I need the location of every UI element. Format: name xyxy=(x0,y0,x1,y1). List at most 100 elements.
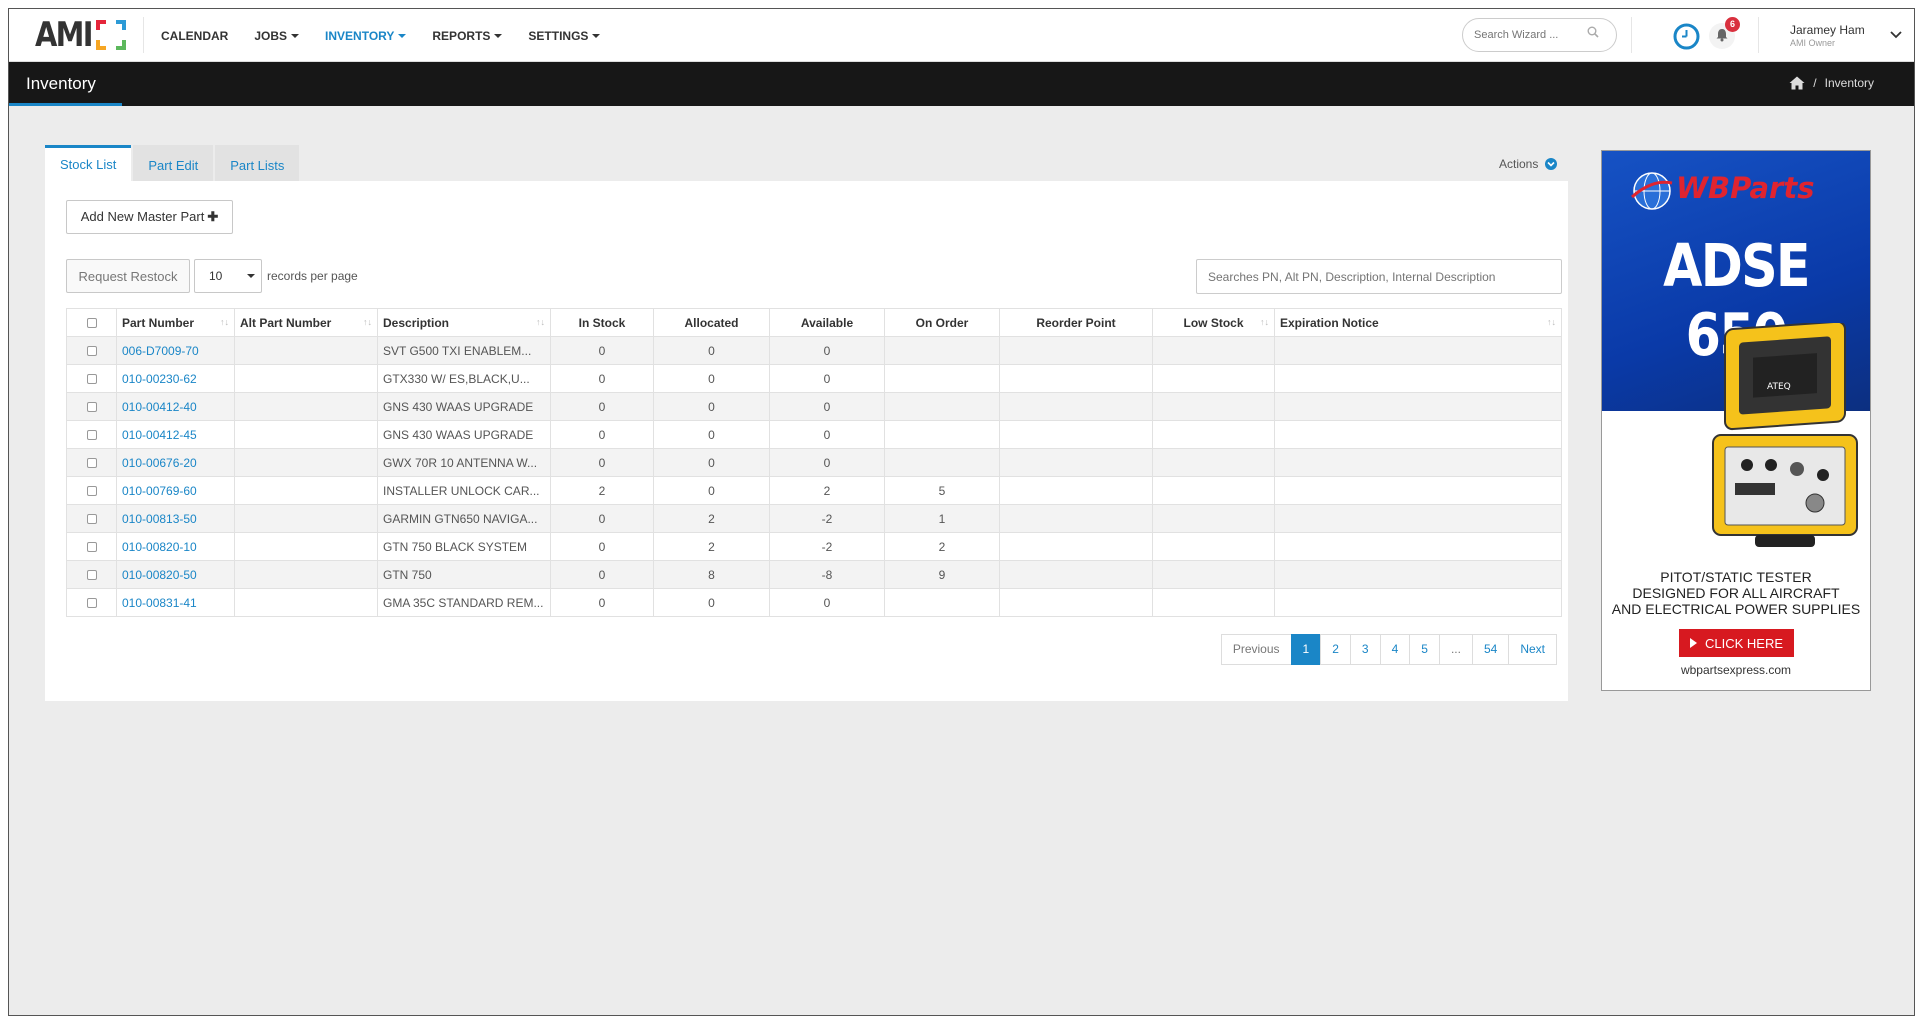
col-available[interactable]: Available xyxy=(769,308,885,337)
part-number-link[interactable]: 010-00831-41 xyxy=(122,596,197,610)
table-row[interactable]: 006-D7009-70 SVT G500 TXI ENABLEM... 0 0 0 xyxy=(66,336,1562,365)
search-icon[interactable] xyxy=(1587,26,1599,38)
menu-jobs[interactable]: JOBS xyxy=(254,29,300,43)
row-checkbox[interactable] xyxy=(86,598,97,609)
part-number-link[interactable]: 006-D7009-70 xyxy=(122,344,199,358)
row-checkbox[interactable] xyxy=(86,458,97,469)
part-number-link[interactable]: 010-00813-50 xyxy=(122,512,197,526)
cell-allocated: 0 xyxy=(653,476,770,505)
pagination-page[interactable]: 1 xyxy=(1290,634,1322,665)
records-per-page-label: records per page xyxy=(267,269,358,283)
select-all-checkbox[interactable] xyxy=(86,318,97,329)
row-checkbox[interactable] xyxy=(86,346,97,357)
pagination-page[interactable]: 4 xyxy=(1379,634,1411,665)
cell-description: GTX330 W/ ES,BLACK,U... xyxy=(377,364,551,393)
actions-dropdown[interactable]: Actions xyxy=(1499,157,1558,171)
cell-description: GARMIN GTN650 NAVIGA... xyxy=(377,504,551,533)
cell-allocated: 2 xyxy=(653,504,770,533)
row-checkbox[interactable] xyxy=(86,402,97,413)
row-checkbox[interactable] xyxy=(86,430,97,441)
ad-click-here-button[interactable]: CLICK HERE xyxy=(1679,629,1794,657)
actions-label: Actions xyxy=(1499,157,1539,171)
part-number-link[interactable]: 010-00412-40 xyxy=(122,400,197,414)
col-alt-part-number[interactable]: Alt Part Number ↑↓ xyxy=(234,308,378,337)
row-checkbox[interactable] xyxy=(86,514,97,525)
cell-alt xyxy=(234,364,378,393)
pagination-page[interactable]: 5 xyxy=(1409,634,1440,665)
caret-down-icon xyxy=(494,34,503,39)
row-checkbox[interactable] xyxy=(86,374,97,385)
parts-search-input[interactable] xyxy=(1196,259,1562,294)
row-checkbox[interactable] xyxy=(86,570,97,581)
table-row[interactable]: 010-00676-20 GWX 70R 10 ANTENNA W... 0 0 0 xyxy=(66,448,1562,477)
part-number-link[interactable]: 010-00820-50 xyxy=(122,568,197,582)
table-row[interactable]: 010-00831-41 GMA 35C STANDARD REM... 0 0 0 xyxy=(66,588,1562,617)
col-expiration-notice[interactable]: Expiration Notice ↑↓ xyxy=(1274,308,1562,337)
row-checkbox[interactable] xyxy=(86,486,97,497)
home-icon[interactable] xyxy=(1789,76,1805,90)
cell-reorder xyxy=(999,560,1153,589)
part-number-link[interactable]: 010-00230-62 xyxy=(122,372,197,386)
cell-part-number: 010-00831-41 xyxy=(116,588,235,617)
pagination-previous[interactable]: Previous xyxy=(1220,634,1292,665)
ad-tagline: PITOT/STATIC TESTER DESIGNED FOR ALL AIR… xyxy=(1611,569,1861,617)
caret-down-icon xyxy=(247,274,255,278)
notifications-button[interactable]: 6 xyxy=(1709,17,1740,49)
pagination-page[interactable]: 54 xyxy=(1471,634,1510,665)
pagination-page[interactable]: 2 xyxy=(1320,634,1351,665)
tab-part-edit[interactable]: Part Edit xyxy=(133,145,214,181)
col-reorder-point[interactable]: Reorder Point xyxy=(999,308,1153,337)
col-on-order[interactable]: On Order xyxy=(884,308,1000,337)
caret-down-icon xyxy=(592,34,601,39)
pagination-page[interactable]: 3 xyxy=(1349,634,1381,665)
cell-allocated: 2 xyxy=(653,532,770,561)
tab-part-lists[interactable]: Part Lists xyxy=(215,145,300,181)
menu-settings[interactable]: SETTINGS xyxy=(528,29,601,43)
col-part-number[interactable]: Part Number ↑↓ xyxy=(116,308,235,337)
cell-available: 0 xyxy=(769,420,885,449)
row-checkbox-cell xyxy=(66,336,117,365)
cell-available: 2 xyxy=(769,476,885,505)
records-per-page-select[interactable]: 10 xyxy=(194,259,262,293)
cell-low xyxy=(1152,476,1275,505)
cell-in-stock: 0 xyxy=(550,532,654,561)
col-allocated[interactable]: Allocated xyxy=(653,308,770,337)
add-master-part-button[interactable]: Add New Master Part ✚ xyxy=(66,200,233,234)
cell-alt xyxy=(234,448,378,477)
ad-banner[interactable]: WBParts ADSE 650 ATEQ PITOT/STATIC TESTE… xyxy=(1601,150,1871,691)
table-row[interactable]: 010-00813-50 GARMIN GTN650 NAVIGA... 0 2 -2 1 xyxy=(66,504,1562,533)
parts-table: Part Number ↑↓ Alt Part Number ↑↓ Descript… xyxy=(66,308,1562,617)
user-name[interactable]: Jaramey Ham xyxy=(1790,23,1865,37)
breadcrumb-current: Inventory xyxy=(1824,76,1874,90)
cell-low xyxy=(1152,532,1275,561)
ami-logo[interactable]: AMI xyxy=(35,15,126,55)
cell-exp xyxy=(1274,588,1562,617)
cell-exp xyxy=(1274,560,1562,589)
row-checkbox[interactable] xyxy=(86,542,97,553)
table-row[interactable]: 010-00820-10 GTN 750 BLACK SYSTEM 0 2 -2 2 xyxy=(66,532,1562,561)
chevron-down-icon[interactable] xyxy=(1890,31,1902,39)
menu-calendar[interactable]: CALENDAR xyxy=(161,29,228,43)
col-in-stock[interactable]: In Stock xyxy=(550,308,654,337)
menu-inventory[interactable]: INVENTORY xyxy=(325,29,407,43)
part-number-link[interactable]: 010-00676-20 xyxy=(122,456,197,470)
part-number-link[interactable]: 010-00769-60 xyxy=(122,484,197,498)
request-restock-button[interactable]: Request Restock xyxy=(66,259,190,293)
part-number-link[interactable]: 010-00820-10 xyxy=(122,540,197,554)
cell-description: SVT G500 TXI ENABLEM... xyxy=(377,336,551,365)
table-row[interactable]: 010-00230-62 GTX330 W/ ES,BLACK,U... 0 0 0 xyxy=(66,364,1562,393)
table-row[interactable]: 010-00412-40 GNS 430 WAAS UPGRADE 0 0 0 xyxy=(66,392,1562,421)
menu-reports[interactable]: REPORTS xyxy=(432,29,503,43)
col-description[interactable]: Description ↑↓ xyxy=(377,308,551,337)
page-title: Inventory xyxy=(26,74,96,93)
row-checkbox-cell xyxy=(66,392,117,421)
table-row[interactable]: 010-00412-45 GNS 430 WAAS UPGRADE 0 0 0 xyxy=(66,420,1562,449)
table-row[interactable]: 010-00769-60 INSTALLER UNLOCK CAR... 2 0 2 5 xyxy=(66,476,1562,505)
part-number-link[interactable]: 010-00412-45 xyxy=(122,428,197,442)
col-low-stock[interactable]: Low Stock ↑↓ xyxy=(1152,308,1275,337)
tab-stock-list[interactable]: Stock List xyxy=(45,145,132,181)
cell-in-stock: 0 xyxy=(550,420,654,449)
table-row[interactable]: 010-00820-50 GTN 750 0 8 -8 9 xyxy=(66,560,1562,589)
pagination-next[interactable]: Next xyxy=(1508,634,1557,665)
clock-icon[interactable] xyxy=(1673,23,1700,50)
